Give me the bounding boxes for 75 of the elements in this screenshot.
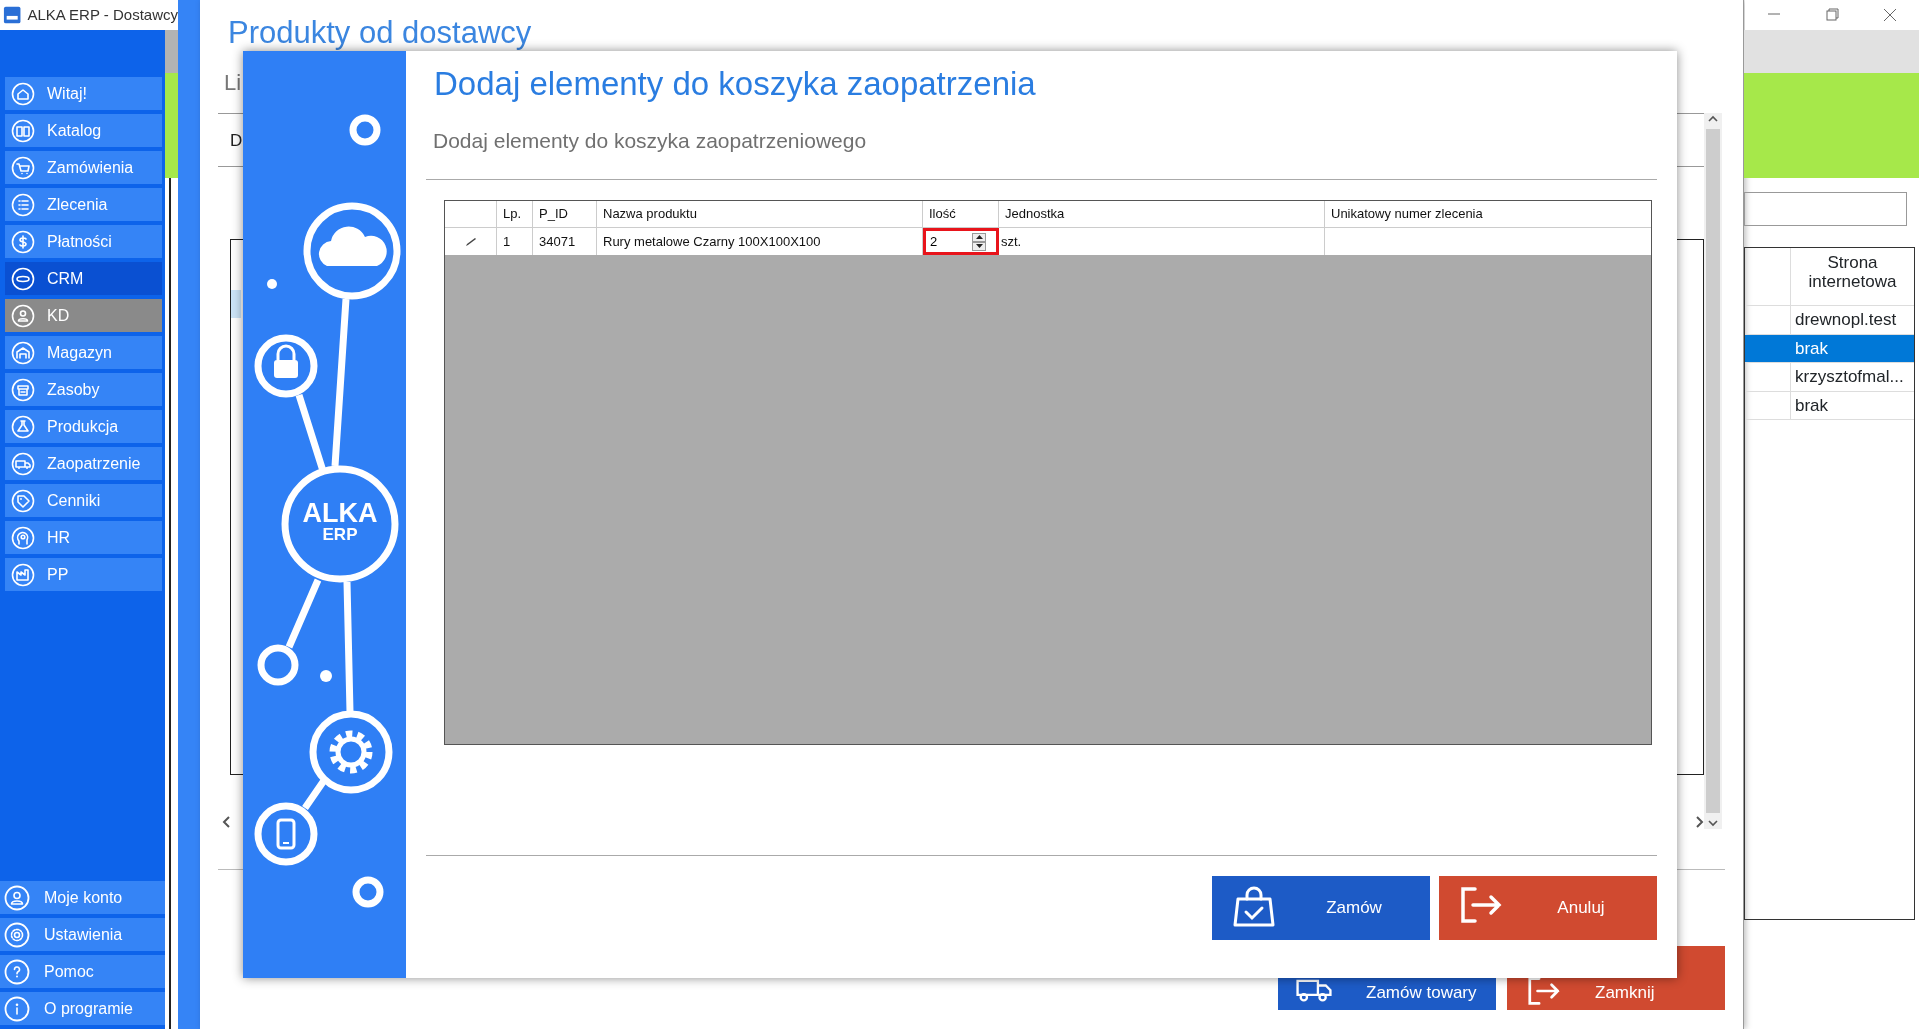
sidebar-item[interactable]: Zlecenia xyxy=(5,188,162,221)
row-header xyxy=(231,289,241,318)
dialog-subtitle: Dodaj elementy do koszyka zaopatrzeniowego xyxy=(433,127,868,154)
gear-icon xyxy=(329,730,373,774)
sidebar-item[interactable]: O programie xyxy=(0,992,165,1025)
cart-icon xyxy=(11,155,35,180)
column-header: Strona internetowa xyxy=(1807,252,1898,293)
highlight-frame[interactable]: 2 xyxy=(923,228,999,255)
sidebar-item[interactable]: Ustawienia xyxy=(0,918,165,951)
sidebar-item[interactable]: CRM xyxy=(5,262,162,295)
phone-icon xyxy=(276,818,296,850)
column-header[interactable]: P_ID xyxy=(533,201,597,227)
lock-icon xyxy=(274,344,298,378)
flask-icon xyxy=(11,414,35,439)
window-heading: Produkty od dostawcy xyxy=(228,16,533,51)
gear-icon xyxy=(4,921,30,948)
toolbar-strip xyxy=(165,30,178,73)
sidebar-item[interactable]: PP xyxy=(5,558,162,591)
subtitle-text: Li xyxy=(224,69,242,98)
warehouse-icon xyxy=(11,340,35,365)
column-header[interactable]: Unikatowy numer zlecenia xyxy=(1325,201,1651,227)
column-header[interactable]: Jednostka xyxy=(999,201,1325,227)
dialog-title: Dodaj elementy do koszyka zaopatrzenia xyxy=(434,64,1037,104)
table-row[interactable]: brak xyxy=(1745,334,1914,363)
chevron-right-icon[interactable] xyxy=(1694,814,1704,829)
person-icon xyxy=(4,884,30,911)
tag-icon xyxy=(11,488,35,513)
sidebar-item[interactable]: Zasoby xyxy=(5,373,162,406)
truck-icon xyxy=(11,451,35,476)
sidebar-item[interactable]: Produkcja xyxy=(5,410,162,443)
sidebar-item[interactable]: Zaopatrzenie xyxy=(5,447,162,480)
maximize-icon[interactable] xyxy=(1824,7,1840,23)
head-icon xyxy=(11,525,35,550)
sidebar-item[interactable]: KD xyxy=(5,299,162,332)
sidebar-item[interactable]: Cenniki xyxy=(5,484,162,517)
order-button[interactable]: Zamów xyxy=(1212,876,1430,940)
table-cell: Rury metalowe Czarny 100X100X100 xyxy=(597,228,923,255)
sidebar-item[interactable]: Moje konto xyxy=(0,881,165,914)
window-title: ALKA ERP - Dostawcy xyxy=(27,4,178,25)
table-row[interactable]: brak xyxy=(1745,391,1914,420)
badge-icon xyxy=(11,266,35,291)
logo: ALKA ERP xyxy=(302,498,378,544)
table-row[interactable]: drewnopl.test xyxy=(1745,306,1914,335)
app-icon xyxy=(3,5,22,25)
home-icon xyxy=(11,81,35,106)
filter-label: D xyxy=(230,131,243,151)
sidebar-item[interactable]: HR xyxy=(5,521,162,554)
truck-icon xyxy=(1296,977,1332,1005)
box-icon xyxy=(11,377,35,402)
factory-icon xyxy=(11,562,35,587)
table-row[interactable]: krzysztofmal... xyxy=(1745,363,1914,392)
sidebar-item[interactable]: Zamówienia xyxy=(5,151,162,184)
info-icon xyxy=(4,995,30,1022)
sidebar-item[interactable]: Witaj! xyxy=(5,77,162,110)
cloud-icon xyxy=(318,226,387,266)
sidebar-item[interactable]: Płatności xyxy=(5,225,162,258)
person-icon xyxy=(11,303,35,328)
question-icon xyxy=(4,958,30,985)
book-icon xyxy=(11,118,35,143)
sidebar-item[interactable]: Magazyn xyxy=(5,336,162,369)
list-icon xyxy=(11,192,35,217)
table-cell: szt. xyxy=(999,228,1325,255)
search-field[interactable] xyxy=(1744,192,1907,226)
table-cell: 34071 xyxy=(533,228,597,255)
table-cell: 1 xyxy=(497,228,533,255)
chevron-left-icon[interactable] xyxy=(222,814,232,829)
column-header[interactable]: Nazwa produktu xyxy=(597,201,923,227)
column-header[interactable]: Ilość xyxy=(923,201,999,227)
close-icon[interactable] xyxy=(1882,7,1898,23)
dollar-icon xyxy=(11,229,35,254)
scrollbar[interactable] xyxy=(1704,113,1722,830)
column-header[interactable]: Lp. xyxy=(497,201,533,227)
sidebar-item[interactable]: Pomoc xyxy=(0,955,165,988)
sidebar-item[interactable]: Katalog xyxy=(5,114,162,147)
cancel-button[interactable]: Anuluj xyxy=(1439,876,1657,940)
